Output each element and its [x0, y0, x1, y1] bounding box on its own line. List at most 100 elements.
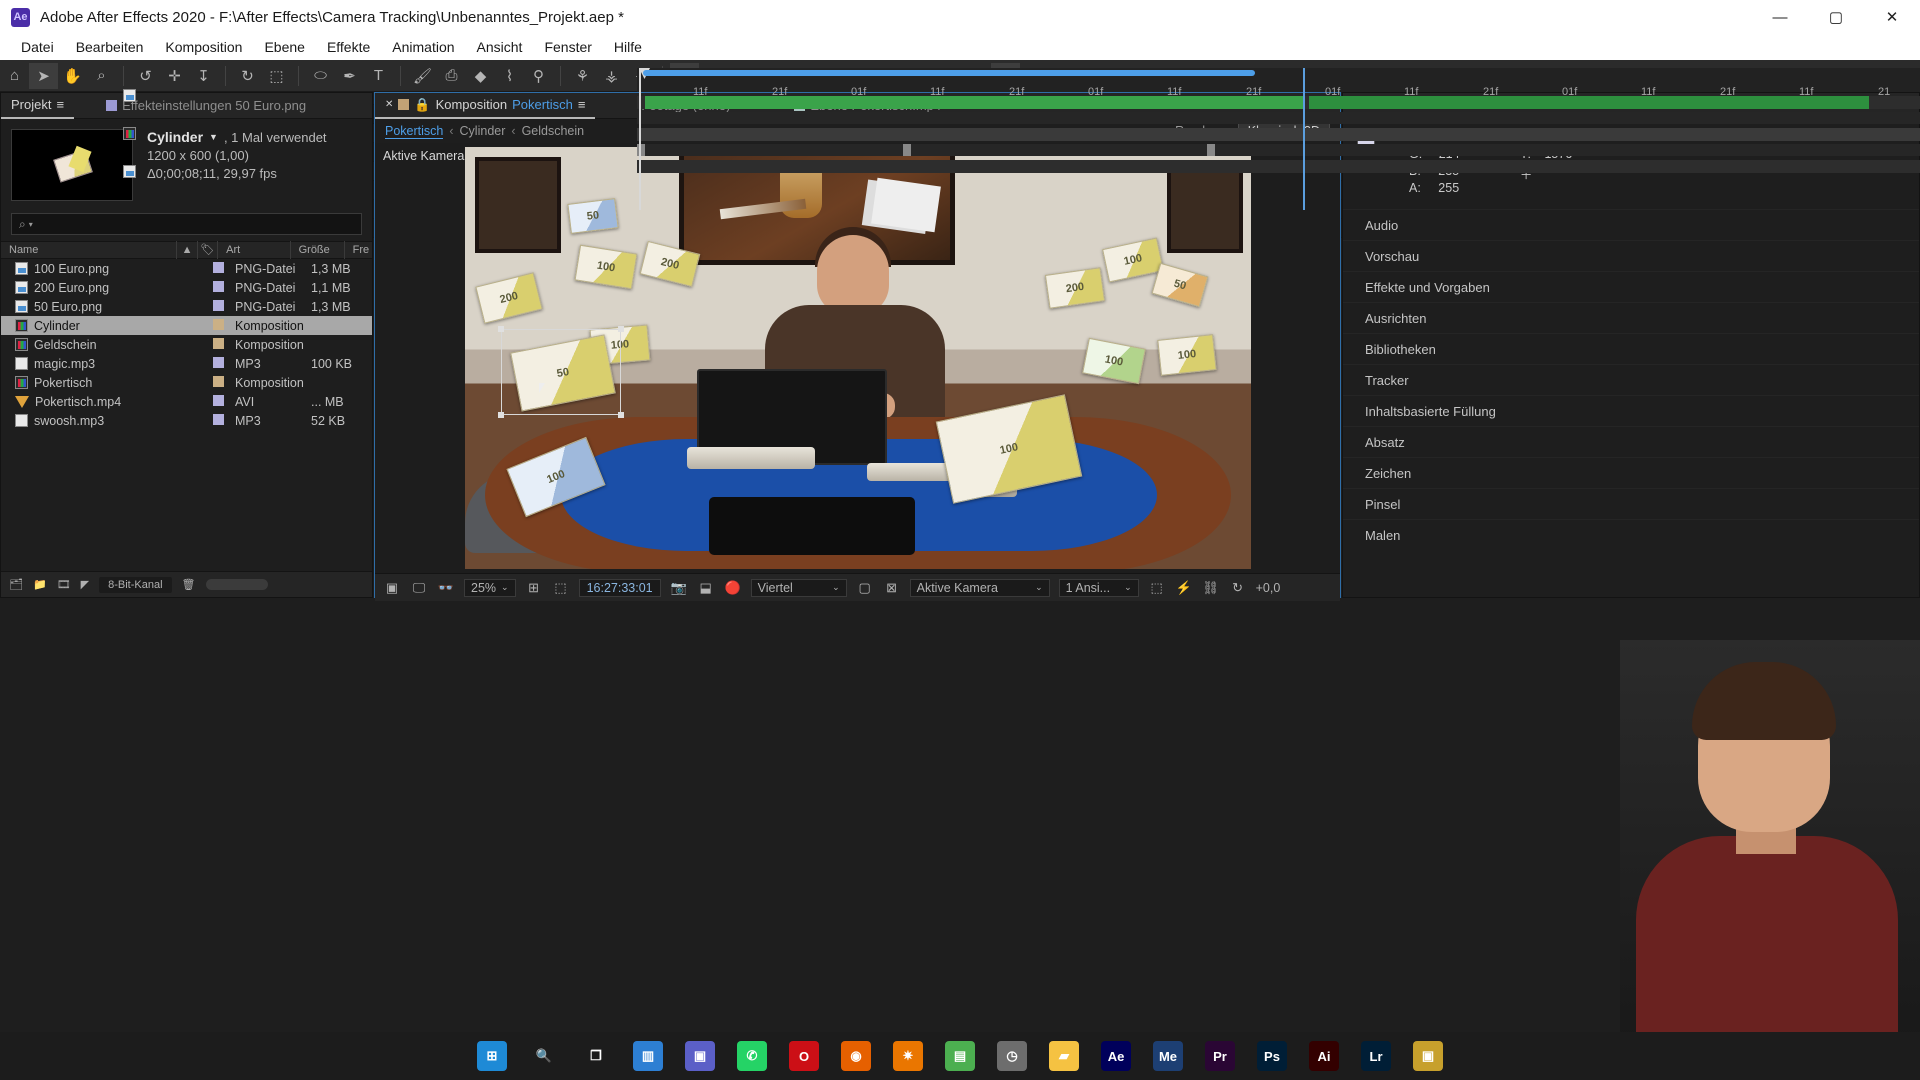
color-depth-icon[interactable]: ◤: [81, 578, 89, 591]
zoom-level-dropdown[interactable]: 25% ⌄: [464, 578, 516, 597]
item-label-color[interactable]: [213, 394, 224, 406]
orbit-tool-icon[interactable]: ↺: [131, 63, 160, 89]
layer-selection-box[interactable]: [500, 329, 621, 415]
grid-guides-icon[interactable]: ⊞: [525, 579, 543, 597]
current-timecode[interactable]: 16:27:33:01: [578, 578, 661, 597]
media-encoder-icon[interactable]: Me: [1153, 1041, 1183, 1071]
project-item-row[interactable]: Pokertisch Komposition: [1, 373, 372, 392]
menu-fenster[interactable]: Fenster: [533, 36, 602, 58]
clone-stamp-icon[interactable]: ⎙: [437, 63, 466, 89]
rotation-tool-icon[interactable]: ↻: [233, 63, 262, 89]
work-area-bar[interactable]: [643, 70, 1255, 76]
new-comp-icon[interactable]: 🎞: [57, 578, 71, 591]
side-panel-malen[interactable]: Malen: [1343, 519, 1919, 550]
menu-ansicht[interactable]: Ansicht: [466, 36, 534, 58]
breadcrumb-cylinder[interactable]: Cylinder: [460, 124, 506, 138]
pixel-aspect-icon[interactable]: ⬚: [1148, 579, 1166, 597]
eraser-tool-icon[interactable]: ◆: [466, 63, 495, 89]
item-label-color[interactable]: [213, 318, 224, 330]
shape-tool-icon[interactable]: ⬭: [306, 63, 335, 89]
menu-komposition[interactable]: Komposition: [154, 36, 253, 58]
item-label-color[interactable]: [213, 375, 224, 387]
new-folder-icon[interactable]: 🗂: [9, 578, 23, 591]
selection-tool-icon[interactable]: ➤: [29, 62, 58, 89]
project-item-row[interactable]: Pokertisch.mp4 AVI ... MB: [1, 392, 372, 411]
after-effects-icon[interactable]: Ae: [1101, 1041, 1131, 1071]
menu-datei[interactable]: Datei: [10, 36, 65, 58]
fast-preview-icon[interactable]: ⚡: [1175, 579, 1193, 597]
menu-bearbeiten[interactable]: Bearbeiten: [65, 36, 155, 58]
lock-icon[interactable]: 🔒: [414, 97, 430, 113]
timeline-track-area[interactable]: [637, 68, 1920, 210]
side-panel-tracker[interactable]: Tracker: [1343, 364, 1919, 395]
menu-hilfe[interactable]: Hilfe: [603, 36, 653, 58]
region-of-interest-icon[interactable]: ⬚: [262, 63, 291, 89]
project-item-row[interactable]: magic.mp3 MP3 100 KB: [1, 354, 372, 373]
project-item-row[interactable]: swoosh.mp3 MP3 52 KB: [1, 411, 372, 430]
3d-glasses-icon[interactable]: 👓: [437, 579, 455, 597]
exposure-value[interactable]: +0,0: [1256, 581, 1281, 595]
project-item-row[interactable]: 200 Euro.png PNG-Datei 1,1 MB: [1, 278, 372, 297]
zoom-tool-icon[interactable]: ⌕: [87, 63, 116, 89]
puppet-position-icon[interactable]: ⚘: [568, 63, 597, 89]
item-label-color[interactable]: [213, 413, 224, 425]
playhead[interactable]: [639, 68, 641, 210]
item-label-color[interactable]: [213, 337, 224, 349]
hand-tool-icon[interactable]: ✋: [58, 63, 87, 89]
selection-handle[interactable]: [617, 412, 624, 418]
opera-icon[interactable]: O: [789, 1041, 819, 1071]
track-row[interactable]: [637, 160, 1920, 173]
close-icon[interactable]: ✕: [385, 99, 393, 110]
column-groesse[interactable]: Größe: [289, 241, 344, 259]
main-viewer-icon[interactable]: ▣: [383, 579, 401, 597]
column-art[interactable]: Art: [217, 241, 289, 259]
panel-menu-icon[interactable]: ≡: [56, 97, 64, 112]
illustrator-icon[interactable]: Ai: [1309, 1041, 1339, 1071]
selection-handle[interactable]: [497, 326, 504, 332]
region-of-interest-icon[interactable]: ⬚: [552, 579, 570, 597]
channel-icon[interactable]: 🔴: [724, 579, 742, 597]
roto-brush-icon[interactable]: ⌇: [495, 63, 524, 89]
task-view-icon[interactable]: ❐: [581, 1041, 611, 1071]
whatsapp-icon[interactable]: ✆: [737, 1041, 767, 1071]
item-label-color[interactable]: [213, 280, 224, 292]
track-row[interactable]: [637, 128, 1920, 141]
track-row[interactable]: [637, 96, 1920, 109]
teams-icon[interactable]: ▣: [685, 1041, 715, 1071]
clock-icon[interactable]: ◷: [997, 1041, 1027, 1071]
minimize-button[interactable]: —: [1752, 0, 1808, 34]
bit-depth-label[interactable]: 8-Bit-Kanal: [99, 576, 172, 593]
chevron-down-icon[interactable]: ▼: [209, 132, 218, 142]
panel-menu-icon[interactable]: ≡: [578, 97, 586, 112]
keyframe-marker[interactable]: [1207, 144, 1215, 156]
menu-ebene[interactable]: Ebene: [253, 36, 315, 58]
project-search-input[interactable]: ⌕ ▾: [11, 213, 362, 235]
preview-monitor-icon[interactable]: 🖵: [410, 579, 428, 597]
euro-bill[interactable]: 100: [1156, 334, 1217, 376]
3d-view-icon[interactable]: ⊠: [883, 579, 901, 597]
view-layout-dropdown[interactable]: 1 Ansi... ⌄: [1058, 578, 1139, 597]
delete-icon[interactable]: 🗑: [182, 578, 196, 591]
side-panel-inhaltsbasierte-f-llung[interactable]: Inhaltsbasierte Füllung: [1343, 395, 1919, 426]
selection-handle[interactable]: [497, 412, 504, 418]
lightroom-icon[interactable]: Lr: [1361, 1041, 1391, 1071]
project-item-row[interactable]: Geldschein Komposition: [1, 335, 372, 354]
transparency-grid-icon[interactable]: ▢: [856, 579, 874, 597]
breadcrumb-pokertisch[interactable]: Pokertisch: [385, 124, 444, 139]
item-label-color[interactable]: [213, 299, 224, 311]
maximize-button[interactable]: ▢: [1808, 0, 1864, 34]
tab-komposition-pokertisch[interactable]: ✕ 🔒 Komposition Pokertisch ≡: [375, 93, 596, 119]
folder-icon[interactable]: 📁: [33, 578, 47, 591]
file-explorer-icon[interactable]: ▰: [1049, 1041, 1079, 1071]
side-panel-pinsel[interactable]: Pinsel: [1343, 488, 1919, 519]
brush-tool-icon[interactable]: 🖌: [408, 63, 437, 89]
close-button[interactable]: ✕: [1864, 0, 1920, 34]
breadcrumb-geldschein[interactable]: Geldschein: [522, 124, 585, 138]
side-panel-ausrichten[interactable]: Ausrichten: [1343, 302, 1919, 333]
resolution-dropdown[interactable]: Viertel ⌄: [750, 578, 847, 597]
side-panel-effekte-und-vorgaben[interactable]: Effekte und Vorgaben: [1343, 271, 1919, 302]
snapshot-icon[interactable]: 📷: [670, 579, 688, 597]
item-label-color[interactable]: [213, 356, 224, 368]
menu-effekte[interactable]: Effekte: [316, 36, 381, 58]
project-item-row[interactable]: 50 Euro.png PNG-Datei 1,3 MB: [1, 297, 372, 316]
